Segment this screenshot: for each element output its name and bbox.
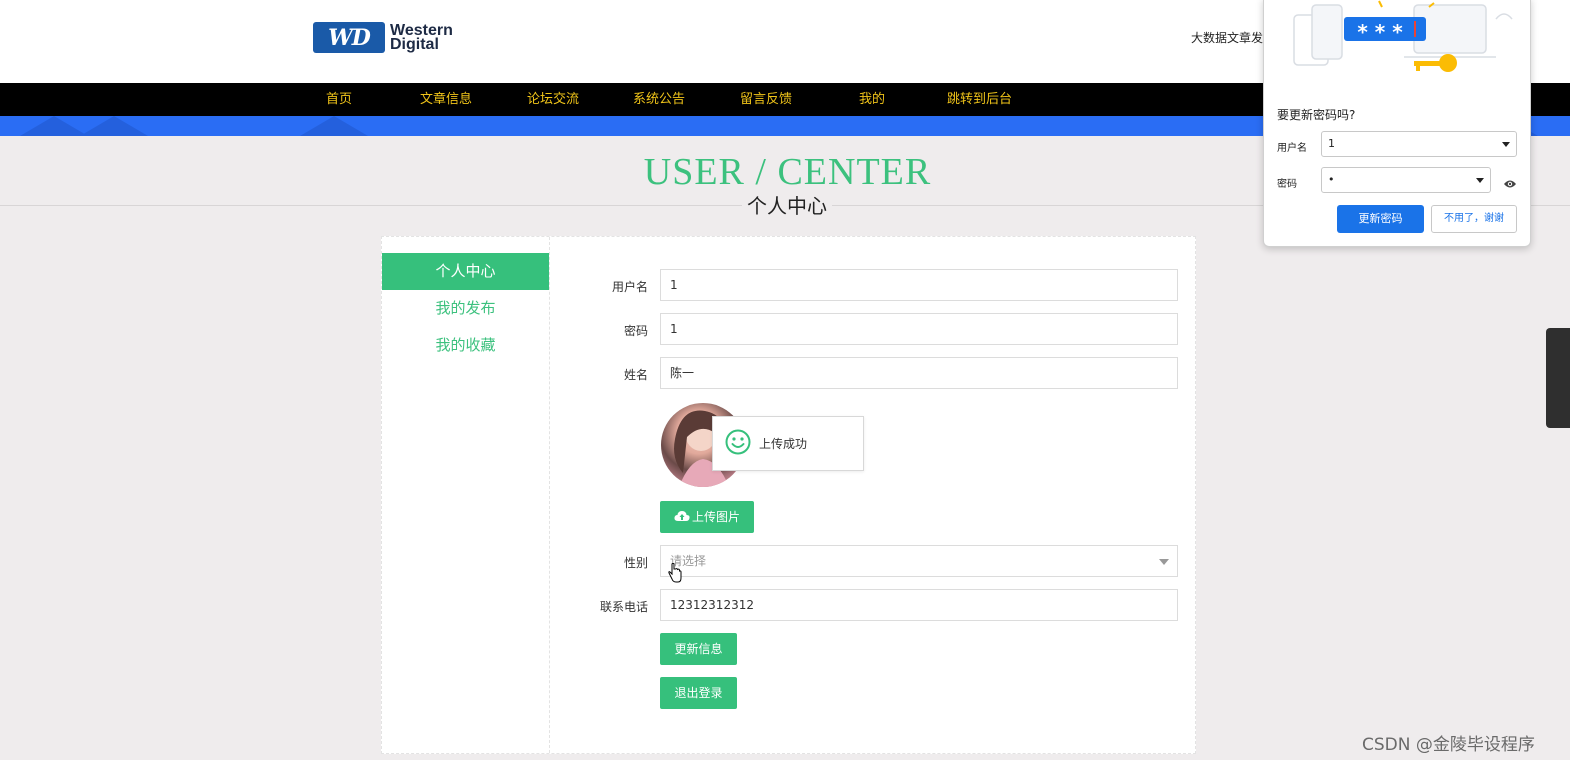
caret-down-icon (1502, 142, 1510, 147)
password-illustration: * * * (1264, 0, 1530, 95)
password-label: 密码 (623, 324, 648, 338)
nav-item-announcements[interactable]: 系统公告 (633, 83, 685, 116)
side-drawer-tab[interactable] (1546, 328, 1570, 428)
smile-icon (725, 429, 751, 459)
popup-password-select[interactable]: • (1321, 167, 1491, 193)
csdn-watermark: CSDN @金陵毕设程序 (1362, 735, 1535, 755)
username-label: 用户名 (611, 280, 648, 294)
password-stars: * * * (1357, 20, 1403, 44)
password-update-question: 要更新密码吗? (1277, 108, 1356, 122)
sidebar-item-profile[interactable]: 个人中心 (382, 253, 549, 290)
gender-label: 性别 (623, 556, 648, 570)
nav-item-home[interactable]: 首页 (326, 83, 352, 116)
sidebar-item-my-posts[interactable]: 我的发布 (382, 290, 549, 327)
phone-input[interactable]: 12312312312 (660, 589, 1178, 621)
popup-password-label: 密码 (1277, 179, 1297, 190)
sidebar: 个人中心 我的发布 我的收藏 (382, 237, 550, 753)
update-info-button[interactable]: 更新信息 (660, 633, 737, 665)
page-title-cn: 个人中心 (742, 193, 832, 219)
popup-username-select[interactable]: 1 (1321, 131, 1517, 157)
popup-username-label: 用户名 (1277, 143, 1307, 154)
nav-item-mine[interactable]: 我的 (859, 83, 885, 116)
upload-image-button[interactable]: 上传图片 (660, 501, 754, 533)
phone-label: 联系电话 (599, 600, 648, 614)
site-logo[interactable]: WD Western Digital (313, 22, 453, 53)
password-update-popup: * * * 要更新密码吗? 用户名 1 密码 • 更新密码 不用了，谢谢 (1263, 0, 1531, 247)
logo-line-2: Digital (390, 35, 439, 53)
caret-down-icon (1476, 178, 1484, 183)
name-label: 姓名 (623, 368, 648, 382)
name-input[interactable]: 陈一 (660, 357, 1178, 389)
logo-badge: WD (313, 22, 385, 53)
password-input[interactable]: 1 (660, 313, 1178, 345)
nav-item-feedback[interactable]: 留言反馈 (740, 83, 792, 116)
cloud-upload-icon (674, 502, 690, 534)
hand-cursor-icon (668, 562, 682, 587)
popup-password-value: • (1328, 173, 1335, 186)
no-thanks-button[interactable]: 不用了，谢谢 (1431, 205, 1517, 233)
username-input[interactable]: 1 (660, 269, 1178, 301)
sidebar-item-favorites[interactable]: 我的收藏 (382, 327, 549, 364)
site-title: 大数据文章发 (1191, 31, 1264, 45)
logout-button[interactable]: 退出登录 (660, 677, 737, 709)
chevron-down-icon (1159, 559, 1169, 565)
eye-icon[interactable] (1503, 174, 1517, 193)
nav-item-admin[interactable]: 跳转到后台 (947, 83, 1012, 116)
gender-select[interactable]: 请选择 (660, 545, 1178, 577)
upload-image-label: 上传图片 (691, 510, 740, 524)
upload-success-toast: 上传成功 (712, 416, 864, 471)
toast-message: 上传成功 (759, 437, 808, 451)
nav-item-articles[interactable]: 文章信息 (420, 83, 472, 116)
update-password-button[interactable]: 更新密码 (1337, 205, 1424, 233)
popup-username-value: 1 (1328, 137, 1335, 150)
nav-item-forum[interactable]: 论坛交流 (527, 83, 579, 116)
